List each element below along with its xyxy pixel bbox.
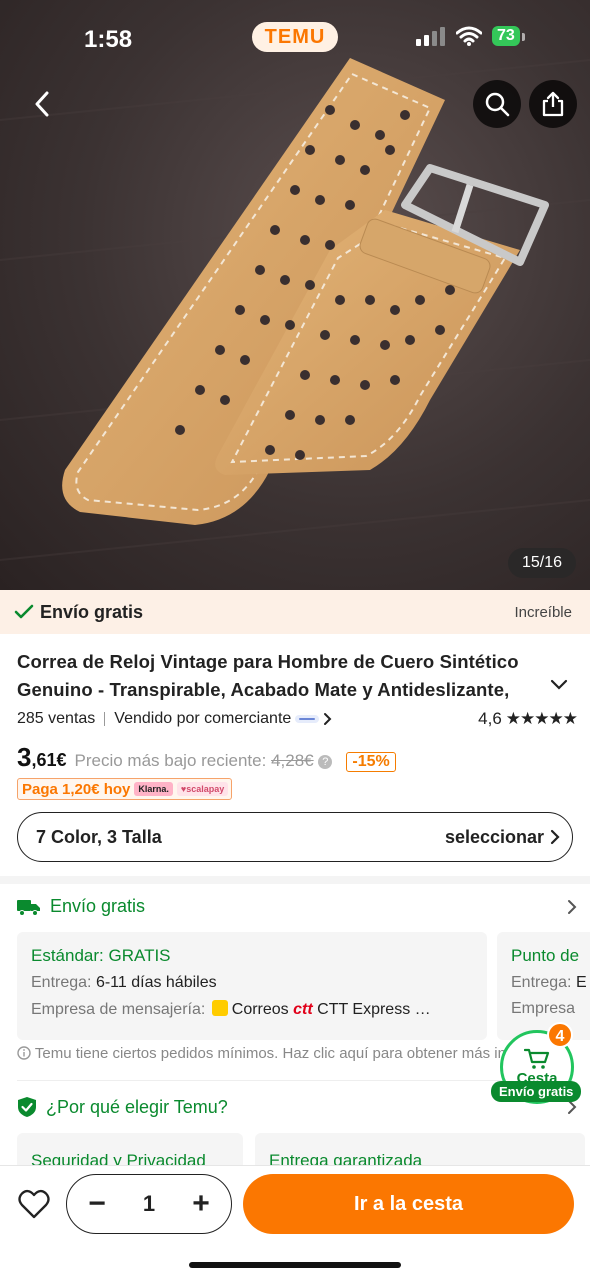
minimum-order-notice[interactable]: Temu tiene ciertos pedidos mínimos. Haz … bbox=[17, 1045, 507, 1062]
share-icon bbox=[542, 91, 564, 117]
product-title: Correa de Reloj Vintage para Hombre de C… bbox=[17, 651, 519, 700]
battery-indicator: 73 bbox=[492, 26, 525, 46]
gallery-counter: 15/16 bbox=[507, 548, 576, 578]
bottom-action-bar: − 1 + Ir a la cesta bbox=[0, 1165, 590, 1280]
search-button[interactable] bbox=[473, 80, 521, 128]
courier-value: Correos bbox=[231, 1001, 289, 1018]
signal-icon bbox=[416, 27, 445, 46]
lowest-price-label: Precio más bajo reciente: 4,28€ ? bbox=[75, 751, 333, 771]
seller-label: Vendido por comerciante bbox=[114, 710, 292, 727]
quantity-stepper[interactable]: − 1 + bbox=[66, 1174, 232, 1234]
pay-today-text: Paga 1,20€ hoy bbox=[22, 780, 131, 798]
courier-row: Empresa bbox=[511, 1000, 590, 1018]
shield-check-icon bbox=[18, 1097, 36, 1117]
shipping-section-header[interactable]: Envío gratis bbox=[17, 896, 577, 917]
share-button[interactable] bbox=[529, 80, 577, 128]
variant-label: 7 Color, 3 Talla bbox=[36, 826, 162, 847]
scalapay-logo: ♥scalapay bbox=[176, 782, 229, 796]
correos-icon bbox=[211, 1000, 228, 1016]
decrease-button[interactable]: − bbox=[85, 1189, 109, 1219]
search-icon bbox=[485, 92, 510, 117]
chevron-right-icon bbox=[550, 829, 560, 845]
klarna-logo: Klarna. bbox=[134, 782, 173, 796]
banner-label: Envío gratis bbox=[40, 601, 144, 622]
price-row: 3,61€ Precio más bajo reciente: 4,28€ ? … bbox=[17, 742, 396, 773]
shipping-options-carousel[interactable]: Estándar: GRATIS Entrega: 6-11 días hábi… bbox=[17, 932, 590, 1040]
wishlist-button[interactable] bbox=[14, 1184, 54, 1224]
why-card-security[interactable]: Seguridad y Privacidad bbox=[17, 1133, 243, 1165]
shipping-section-title: Envío gratis bbox=[50, 896, 146, 916]
shipping-card-pickup[interactable]: Punto de Entrega: E Empresa bbox=[497, 932, 590, 1040]
delivery-label: Entrega: bbox=[511, 974, 572, 991]
banner-badge: Increíble bbox=[514, 603, 572, 621]
cart-shipping-badge: Envío gratis bbox=[491, 1081, 582, 1102]
temu-logo: TEMU bbox=[252, 22, 338, 52]
shipping-card-standard[interactable]: Estándar: GRATIS Entrega: 6-11 días hábi… bbox=[17, 932, 487, 1040]
status-icons: 73 bbox=[416, 26, 525, 46]
back-button[interactable] bbox=[20, 82, 64, 126]
heart-icon bbox=[18, 1189, 50, 1219]
pay-later-row[interactable]: Paga 1,20€ hoy Klarna. ♥scalapay bbox=[17, 778, 233, 800]
delivery-row: Entrega: E bbox=[511, 974, 590, 992]
rating-value: 4,6 bbox=[478, 709, 502, 728]
sales-count: 285 ventas bbox=[17, 710, 96, 727]
shipping-card-title: Estándar: GRATIS bbox=[31, 946, 171, 965]
why-temu-title: ¿Por qué elegir Temu? bbox=[46, 1096, 228, 1117]
help-icon[interactable]: ? bbox=[318, 755, 333, 769]
price-integer: 3 bbox=[17, 742, 32, 772]
discount-badge: -15% bbox=[346, 752, 396, 772]
section-divider bbox=[0, 876, 590, 884]
why-card-delivery[interactable]: Entrega garantizada bbox=[255, 1133, 585, 1165]
courier-label: Empresa bbox=[511, 1000, 576, 1017]
delivery-row: Entrega: 6-11 días hábiles bbox=[31, 974, 473, 992]
chevron-down-icon bbox=[550, 679, 568, 690]
why-temu-header[interactable]: ¿Por qué elegir Temu? bbox=[17, 1096, 577, 1118]
truck-icon bbox=[17, 899, 40, 916]
ctt-logo: ctt bbox=[293, 1001, 313, 1018]
delivery-label: Entrega: bbox=[31, 974, 92, 991]
delivery-value: E bbox=[575, 974, 587, 991]
chevron-left-icon bbox=[35, 91, 49, 117]
increase-button[interactable]: + bbox=[189, 1189, 213, 1219]
courier-row: Empresa de mensajería: Correos ctt CTT E… bbox=[31, 1000, 473, 1019]
divider-line bbox=[17, 1080, 573, 1081]
cart-count-badge: 4 bbox=[547, 1022, 573, 1048]
price-decimal: ,61€ bbox=[31, 750, 67, 770]
check-icon bbox=[14, 604, 34, 619]
old-price: 4,28€ bbox=[271, 751, 314, 770]
home-indicator bbox=[189, 1262, 401, 1268]
chevron-right-icon bbox=[324, 713, 332, 725]
expand-title-button[interactable] bbox=[550, 678, 568, 696]
delivery-value: 6-11 días hábiles bbox=[95, 974, 217, 991]
variant-selector[interactable]: 7 Color, 3 Talla seleccionar bbox=[17, 812, 573, 862]
courier-label: Empresa de mensajería: bbox=[31, 1001, 206, 1018]
cart-icon bbox=[524, 1048, 550, 1069]
product-gallery[interactable]: 1:58 TEMU 73 15/16 bbox=[0, 0, 590, 590]
chevron-right-icon bbox=[568, 899, 577, 914]
wifi-icon bbox=[456, 26, 482, 46]
info-icon bbox=[17, 1046, 31, 1060]
rating[interactable]: 4,6 ★★★★★ bbox=[478, 709, 578, 729]
go-to-cart-button[interactable]: Ir a la cesta bbox=[243, 1174, 574, 1234]
price: 3,61€ bbox=[17, 742, 67, 773]
star-rating-icon: ★★★★★ bbox=[505, 709, 578, 728]
notice-text: Temu tiene ciertos pedidos mínimos. Haz … bbox=[34, 1045, 507, 1062]
lowest-price-text: Precio más bajo reciente: bbox=[74, 751, 267, 770]
seller-badge-icon bbox=[295, 715, 320, 723]
free-shipping-banner: Envío gratis Increíble bbox=[0, 590, 590, 634]
quantity-value[interactable]: 1 bbox=[143, 1191, 155, 1217]
variant-action: seleccionar bbox=[444, 826, 544, 847]
product-meta: 285 ventas Vendido por comerciante 4,6 ★… bbox=[17, 709, 578, 729]
why-temu-cards[interactable]: Seguridad y Privacidad Entrega garantiza… bbox=[17, 1133, 590, 1165]
courier-rest: CTT Express … bbox=[317, 1001, 431, 1018]
shipping-card-title: Punto de bbox=[511, 946, 580, 965]
seller-link[interactable]: Vendido por comerciante bbox=[114, 710, 333, 728]
status-time: 1:58 bbox=[84, 26, 133, 53]
